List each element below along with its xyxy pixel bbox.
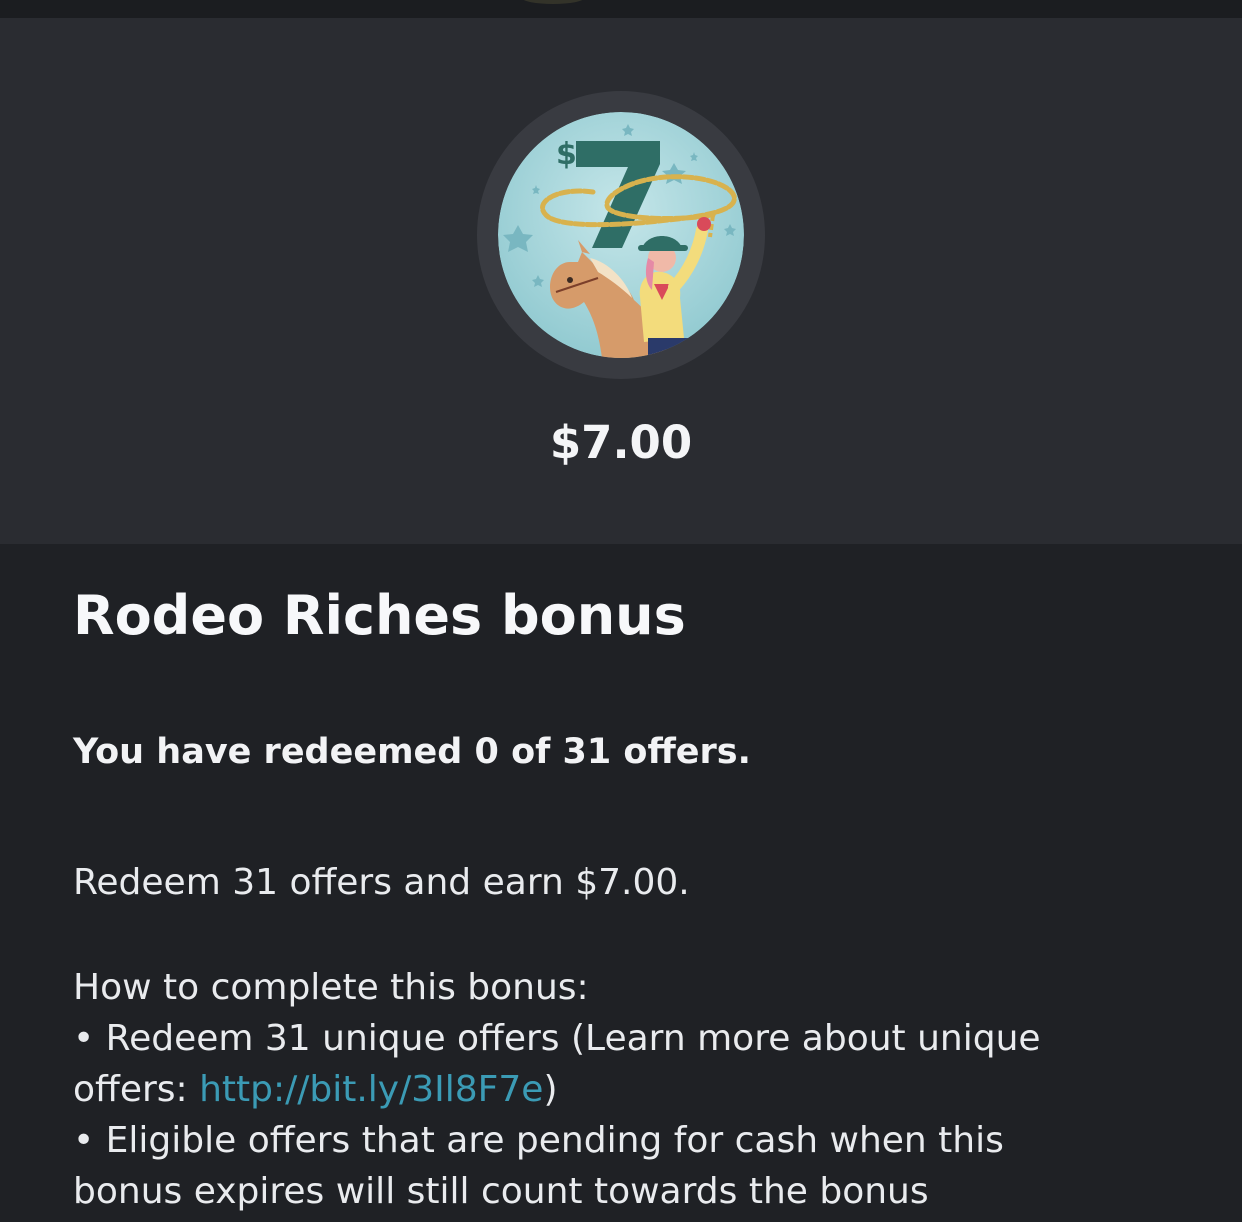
rule-unique-offers-text: offers: bbox=[73, 1069, 200, 1110]
bonus-hero: $ $7.00 bbox=[0, 18, 1242, 544]
rodeo-badge-icon: $ bbox=[498, 112, 744, 358]
bonus-amount: $7.00 bbox=[549, 416, 693, 469]
rule-unique-offers-close: ) bbox=[543, 1069, 558, 1110]
rodeo-badge-illustration: $ bbox=[498, 112, 744, 358]
rule-pending-offers: • Eligible offers that are pending for c… bbox=[73, 1120, 1004, 1161]
bonus-title: Rodeo Riches bonus bbox=[73, 584, 686, 647]
previous-badge-edge bbox=[522, 0, 584, 4]
rule-unique-offers: • Redeem 31 unique offers (Learn more ab… bbox=[73, 1018, 1041, 1059]
top-strip bbox=[0, 0, 1242, 18]
rule-pending-offers-cont: bonus expires will still count towards t… bbox=[73, 1171, 929, 1212]
bonus-badge: $ bbox=[477, 91, 765, 379]
unique-offers-link[interactable]: http://bit.ly/3Il8F7e bbox=[199, 1069, 543, 1110]
howto-heading: How to complete this bonus: bbox=[73, 967, 589, 1008]
bonus-summary: Redeem 31 offers and earn $7.00. bbox=[73, 862, 690, 903]
svg-text:$: $ bbox=[556, 137, 577, 172]
how-to-complete: How to complete this bonus: • Redeem 31 … bbox=[73, 962, 1173, 1217]
redeemed-progress: You have redeemed 0 of 31 offers. bbox=[73, 732, 751, 772]
rule-unique-offers-cont: offers: http://bit.ly/3Il8F7e) bbox=[73, 1064, 1173, 1115]
